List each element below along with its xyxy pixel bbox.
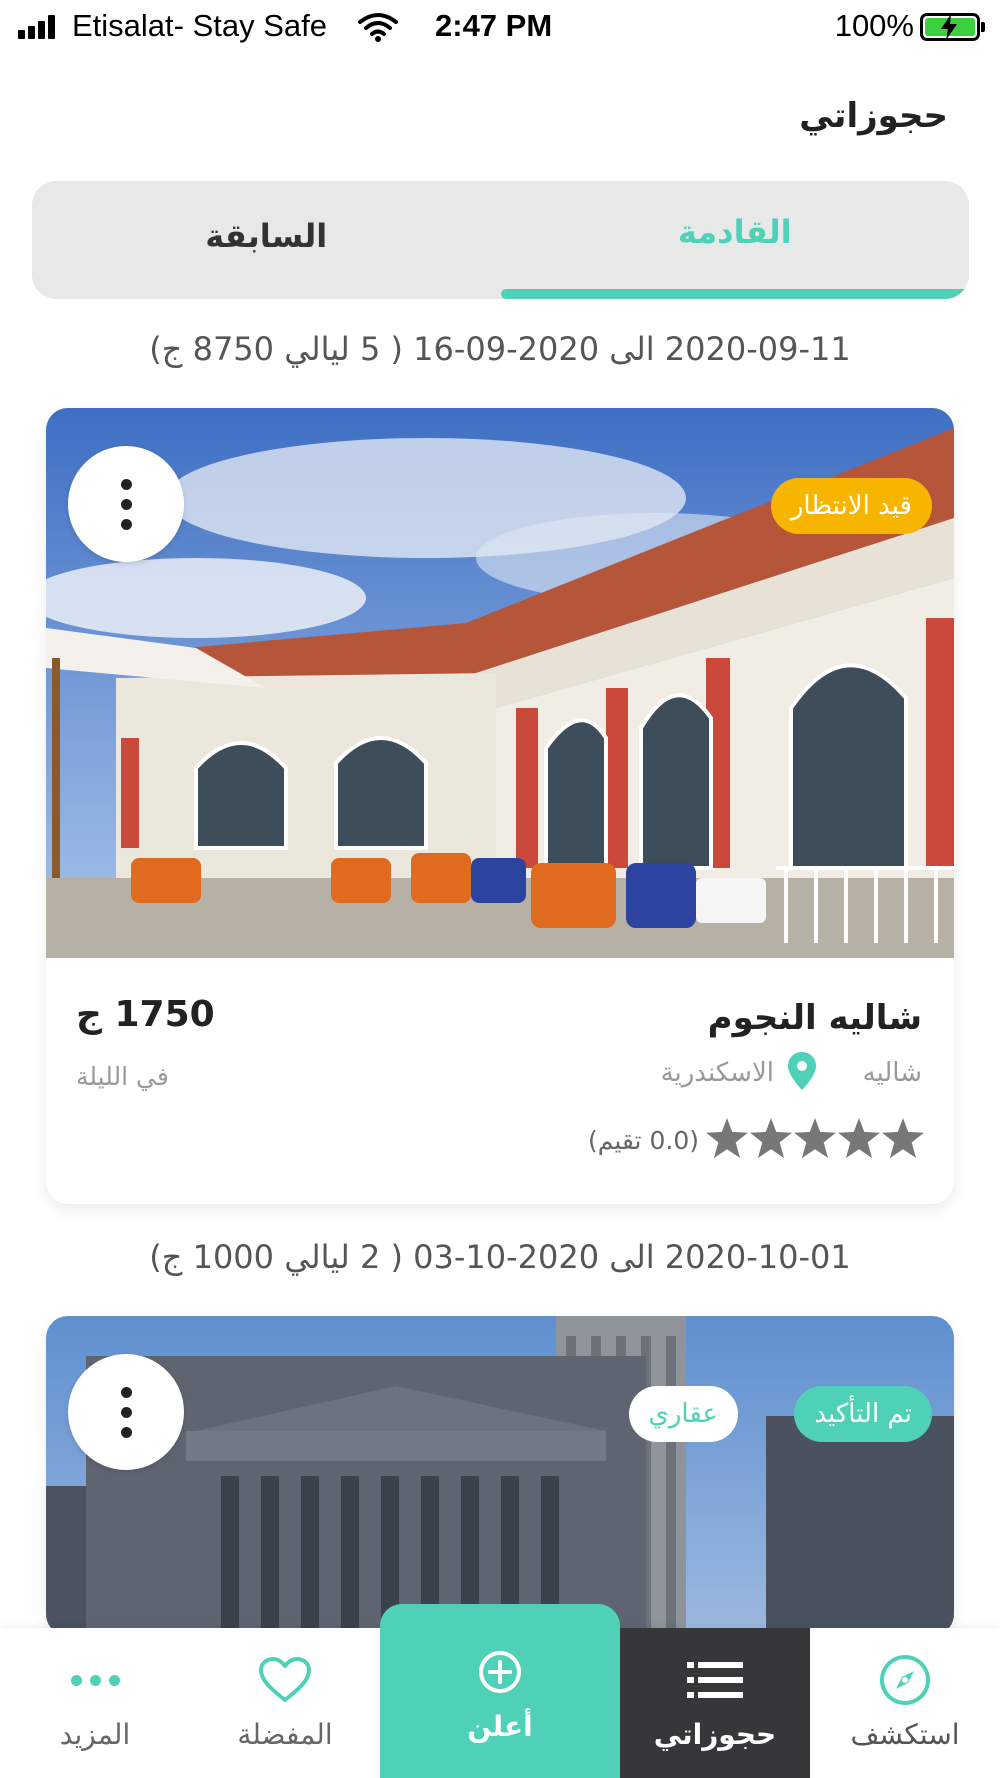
nav-bookings[interactable]: حجوزاتي [620, 1628, 810, 1778]
dot [120, 1386, 132, 1398]
property-photo: قيد الانتظار [46, 408, 954, 958]
more-options-button[interactable] [68, 446, 184, 562]
status-bar: Etisalat- Stay Safe 2:47 PM 100% [0, 0, 1000, 56]
dot [120, 1426, 132, 1438]
dot [120, 518, 132, 530]
nav-more[interactable]: المزيد [0, 1628, 190, 1778]
booking-card[interactable]: قيد الانتظار شاليه النجوم شاليه الاسكندر… [46, 408, 954, 1204]
charging-bolt-icon [941, 14, 957, 40]
tab-previous[interactable]: السابقة [32, 181, 501, 299]
carrier-name: Etisalat- Stay Safe [72, 8, 328, 43]
booking-date-range: 2020-10-01 الى 2020-10-03 ( 2 ليالي 1000… [149, 1238, 851, 1276]
property-city: الاسكندرية [660, 1058, 774, 1088]
booking-tabs: السابقة القادمة [32, 181, 969, 299]
wifi-icon [358, 13, 398, 42]
tab-upcoming[interactable]: القادمة [500, 181, 969, 299]
star-rating [706, 1118, 924, 1158]
tab-upcoming-label: القادمة [677, 213, 792, 251]
compass-icon [880, 1655, 930, 1705]
add-circle-icon [479, 1651, 521, 1693]
signal-icon [18, 15, 62, 39]
battery-icon [920, 13, 985, 41]
booking-card[interactable]: تم التأكيد عقاري [46, 1316, 954, 1636]
category-badge: عقاري [628, 1386, 738, 1442]
building-photo [46, 1316, 954, 1636]
location-pin-icon [788, 1052, 816, 1090]
heart-icon [259, 1657, 311, 1702]
star-icon [794, 1118, 836, 1158]
more-options-button[interactable] [68, 1354, 184, 1470]
rating-count: (0.0 تقيم) [587, 1126, 699, 1155]
more-icon [70, 1652, 120, 1708]
list-icon [687, 1662, 743, 1698]
price-per-night: 1750 ج [76, 994, 215, 1035]
page-title: حجوزاتي [799, 96, 948, 136]
booking-date-range: 2020-09-11 الى 2020-09-16 ( 5 ليالي 8750… [149, 330, 851, 368]
nav-advertise-label: أعلن [467, 1710, 533, 1743]
status-badge-confirmed: تم التأكيد [794, 1386, 932, 1442]
nav-bookings-label: حجوزاتي [653, 1718, 777, 1751]
price-unit: في الليلة [76, 1062, 169, 1091]
dot [120, 1406, 132, 1418]
property-type: شاليه [862, 1058, 922, 1088]
property-name: شاليه النجوم [707, 998, 922, 1038]
card-details: شاليه النجوم شاليه الاسكندرية (0.0 تقيم)… [46, 958, 954, 1204]
star-icon [838, 1118, 880, 1158]
active-tab-indicator [500, 289, 969, 299]
dot [120, 478, 132, 490]
clock: 2:47 PM [435, 8, 553, 43]
nav-explore[interactable]: استكشف [810, 1628, 1000, 1778]
nav-advertise[interactable]: أعلن [380, 1604, 620, 1778]
property-photo: تم التأكيد عقاري [46, 1316, 954, 1636]
battery-percent: 100% [834, 8, 914, 43]
nav-favorites[interactable]: المفضلة [190, 1628, 380, 1778]
bottom-tab-bar: المزيد المفضلة أعلن حجوزاتي استكشف [0, 1604, 1000, 1778]
nav-favorites-label: المفضلة [237, 1718, 333, 1751]
nav-explore-label: استكشف [850, 1718, 960, 1751]
star-icon [706, 1118, 748, 1158]
star-icon [750, 1118, 792, 1158]
dot [120, 498, 132, 510]
nav-more-label: المزيد [59, 1718, 131, 1751]
status-badge-pending: قيد الانتظار [770, 478, 932, 534]
star-icon [882, 1118, 924, 1158]
